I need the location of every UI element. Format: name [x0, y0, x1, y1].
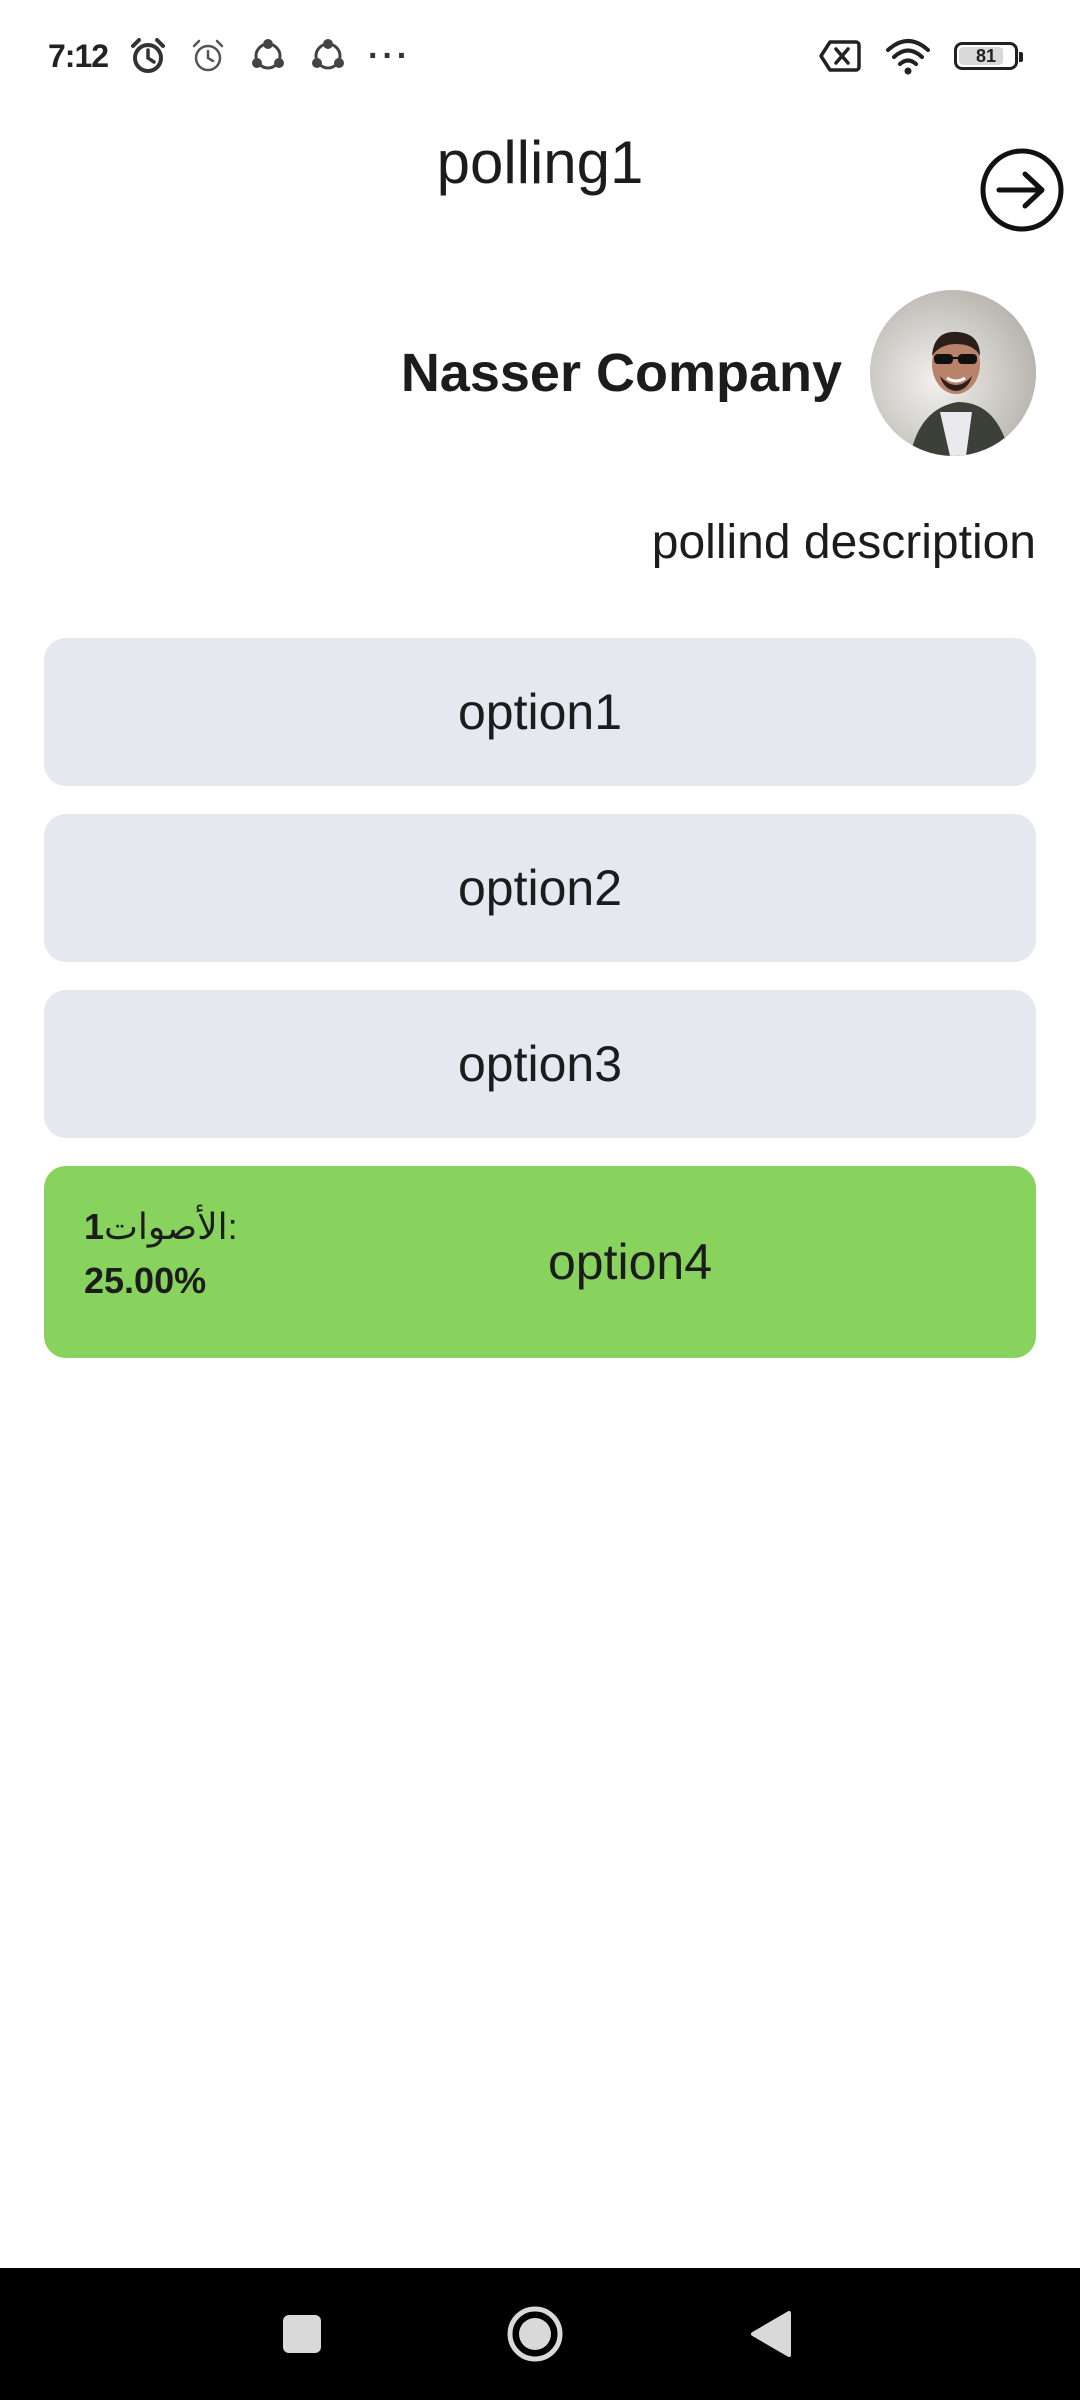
wifi-icon	[884, 36, 932, 76]
poll-screen: 7:12 ··· 81 polling1 Nasser Company poll…	[0, 0, 1080, 2400]
company-name: Nasser Company	[400, 343, 842, 403]
system-nav-bar	[0, 2268, 1080, 2400]
back-triangle-icon	[751, 2311, 791, 2357]
poll-option[interactable]: option2	[44, 814, 1036, 962]
votes-count: 1	[84, 1206, 105, 1247]
share-icon	[248, 36, 288, 76]
recents-square-icon	[283, 2315, 321, 2353]
status-left: 7:12 ···	[48, 28, 411, 84]
share-icon	[308, 36, 348, 76]
recents-button[interactable]	[272, 2304, 332, 2364]
arrow-right-circle-icon	[980, 148, 1064, 232]
exit-button[interactable]	[960, 128, 1080, 252]
avatar	[870, 290, 1036, 456]
option-label: option1	[457, 684, 623, 740]
poll-option-selected[interactable]: 1الأصوات: 25.00% option4	[44, 1166, 1036, 1358]
poll-options: option1 option2 option3 1الأصوات: 25.00%…	[44, 638, 1036, 1386]
alarm-icon	[128, 36, 168, 76]
sim-off-icon	[818, 36, 862, 76]
status-right: 81	[818, 32, 1023, 80]
company-row: Nasser Company	[401, 290, 1036, 456]
poll-option[interactable]: option1	[44, 638, 1036, 786]
battery-percent: 81	[975, 45, 997, 66]
status-time: 7:12	[48, 37, 109, 74]
poll-description: pollind description	[651, 516, 1036, 569]
option-label: option2	[457, 860, 623, 916]
battery-icon: 81	[954, 42, 1023, 70]
poll-option[interactable]: option3	[44, 990, 1036, 1138]
home-button[interactable]	[505, 2304, 565, 2364]
alarm-outline-icon	[188, 36, 228, 76]
vote-percent: 25.00%	[84, 1260, 207, 1301]
status-bar: 7:12 ··· 81	[0, 0, 1080, 110]
votes-label: الأصوات:	[104, 1206, 238, 1247]
option-label: option4	[547, 1234, 713, 1290]
votes-count-line: 1الأصوات:	[84, 1206, 238, 1248]
vote-stats: 1الأصوات: 25.00%	[84, 1206, 238, 1302]
more-notifications-icon: ···	[368, 36, 412, 75]
option-label: option3	[457, 1036, 623, 1092]
page-title: polling1	[436, 129, 644, 196]
back-button[interactable]	[740, 2304, 800, 2364]
home-circle-icon	[507, 2306, 563, 2362]
